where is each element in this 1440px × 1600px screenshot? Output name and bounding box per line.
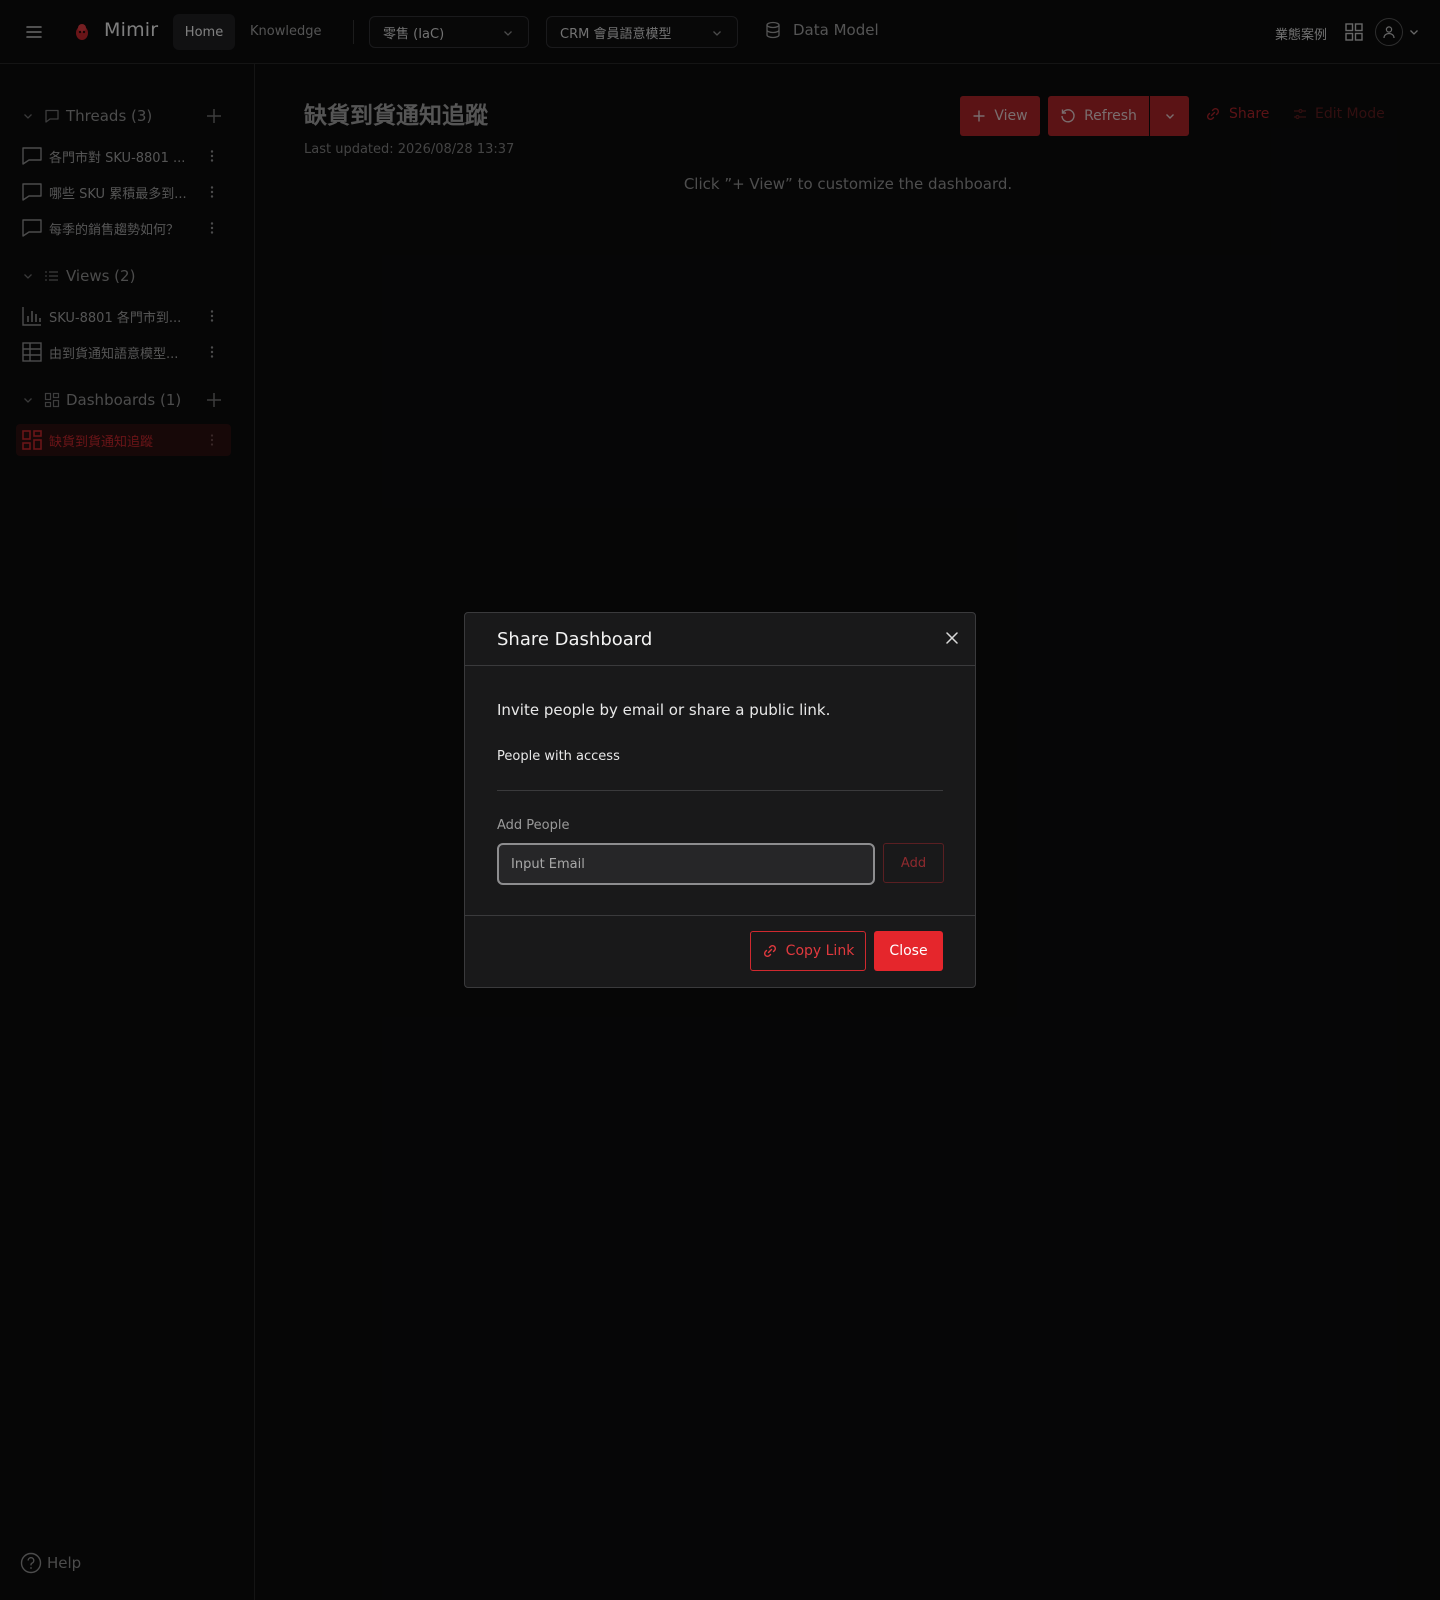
modal-header: Share Dashboard <box>465 613 975 666</box>
share-dashboard-modal: Share Dashboard Invite people by email o… <box>464 612 976 988</box>
add-people-label: Add People <box>497 818 570 833</box>
close-icon[interactable] <box>945 631 959 645</box>
copy-link-button[interactable]: Copy Link <box>750 931 866 971</box>
copy-link-label: Copy Link <box>785 943 855 959</box>
modal-description: Invite people by email or share a public… <box>497 701 831 719</box>
people-with-access-label: People with access <box>497 749 620 764</box>
modal-title: Share Dashboard <box>497 629 653 650</box>
divider <box>465 915 975 916</box>
close-button[interactable]: Close <box>874 931 943 971</box>
divider <box>497 790 943 791</box>
add-person-button[interactable]: Add <box>883 843 944 883</box>
email-input[interactable] <box>497 843 875 885</box>
link-icon <box>762 943 778 959</box>
